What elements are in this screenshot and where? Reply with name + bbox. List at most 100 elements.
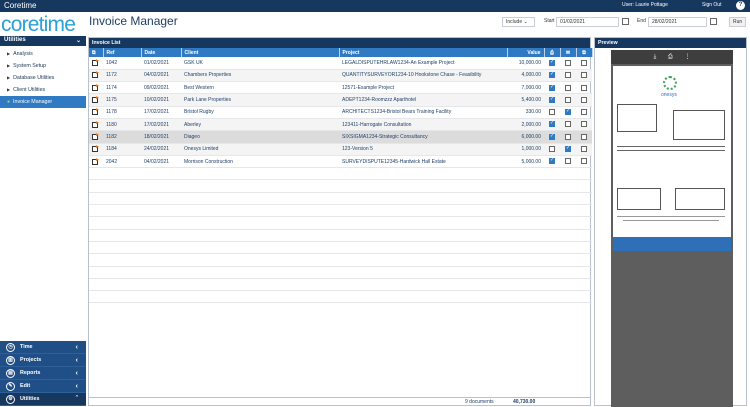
email-checkbox-cell[interactable]: [560, 155, 576, 169]
copy-checkbox-cell[interactable]: [576, 130, 592, 144]
menu-projects[interactable]: ▥ Projects ‹: [0, 354, 86, 367]
print-icon[interactable]: ⎙: [544, 48, 561, 57]
checkbox[interactable]: [581, 84, 587, 91]
table-row[interactable]: 117817/02/2021Bristol RugbyARCHITECTS123…: [89, 106, 592, 119]
checkbox[interactable]: [549, 120, 555, 128]
copy-icon[interactable]: ⧉: [89, 48, 104, 57]
email-checkbox-cell[interactable]: [560, 130, 576, 144]
checkbox[interactable]: [549, 84, 555, 91]
print-checkbox-cell[interactable]: [544, 118, 560, 132]
copy-checkbox-cell[interactable]: [576, 69, 592, 83]
open-icon[interactable]: [89, 155, 103, 169]
checkbox[interactable]: [565, 96, 571, 103]
table-row[interactable]: 118218/02/2021DiageoSIXSIGMA1234-Strateg…: [89, 130, 592, 144]
checkbox[interactable]: [565, 59, 571, 66]
table-row[interactable]: 117409/02/2021Best Western12571-Example …: [89, 81, 592, 95]
email-checkbox-cell[interactable]: [560, 81, 576, 95]
download-icon[interactable]: ⤓: [654, 54, 657, 60]
sidebar-item-analysis[interactable]: ▶ Analysis: [0, 48, 86, 60]
email-checkbox-cell[interactable]: [560, 106, 576, 119]
checkbox[interactable]: [581, 96, 587, 103]
checkbox[interactable]: [549, 96, 555, 103]
table-row[interactable]: 117510/02/2021Park Lane PropertiesADEPT1…: [89, 93, 592, 107]
checkbox[interactable]: [549, 133, 555, 140]
email-icon[interactable]: ✉: [560, 48, 577, 57]
menu-reports[interactable]: ▤ Reports ‹: [0, 367, 86, 380]
print-checkbox-cell[interactable]: [544, 155, 560, 169]
print-checkbox-cell[interactable]: [544, 69, 560, 83]
print-checkbox-cell[interactable]: [544, 93, 560, 107]
checkbox[interactable]: [581, 158, 587, 165]
print-checkbox-cell[interactable]: [544, 143, 560, 156]
table-row[interactable]: 117204/02/2021Chambers PropertiesQUANTIT…: [89, 69, 592, 83]
col-value[interactable]: Value: [507, 48, 545, 57]
checkbox[interactable]: [581, 146, 587, 153]
print-icon[interactable]: ⎙: [668, 54, 673, 60]
menu-edit[interactable]: ✎ Edit ‹: [0, 380, 86, 393]
print-checkbox-cell[interactable]: [544, 57, 560, 70]
open-icon[interactable]: [89, 130, 103, 144]
copy-checkbox-cell[interactable]: [576, 106, 592, 119]
open-icon[interactable]: [89, 143, 103, 156]
sign-out-link[interactable]: Sign Out: [702, 2, 721, 8]
print-checkbox-cell[interactable]: [544, 81, 560, 95]
checkbox[interactable]: [581, 59, 587, 66]
checkbox[interactable]: [565, 121, 571, 128]
table-row[interactable]: 118017/02/2021Aberley123411-Harrogate Co…: [89, 118, 592, 132]
email-checkbox-cell[interactable]: [560, 143, 576, 156]
calendar-icon[interactable]: [710, 18, 717, 25]
checkbox[interactable]: [581, 121, 587, 128]
copy-checkbox-cell[interactable]: [576, 118, 592, 132]
table-row[interactable]: 104201/02/2021GSK UKLEGALDISPUTEHRLAW123…: [89, 57, 592, 70]
checkbox[interactable]: [565, 145, 571, 153]
sidebar-item-system-setup[interactable]: ▶ System Setup: [0, 60, 86, 72]
table-row[interactable]: 204204/02/2021Morrison ConstructionSURVE…: [89, 155, 592, 169]
checkbox[interactable]: [565, 84, 571, 91]
open-icon[interactable]: [89, 106, 103, 119]
sidebar-item-client-utilities[interactable]: ▶ Client Utilities: [0, 84, 86, 96]
include-dropdown[interactable]: Include ⌄: [502, 17, 535, 27]
menu-utilities[interactable]: ⚙ Utilities ˆ: [0, 393, 86, 406]
checkbox[interactable]: [581, 109, 587, 116]
col-project[interactable]: Project: [339, 48, 508, 57]
checkbox[interactable]: [565, 108, 571, 116]
checkbox[interactable]: [549, 71, 555, 79]
checkbox[interactable]: [549, 157, 555, 165]
col-ref[interactable]: Ref: [103, 48, 142, 57]
checkbox[interactable]: [549, 109, 555, 116]
sidebar-item-invoice-manager[interactable]: ● Invoice Manager: [0, 96, 86, 108]
print-checkbox-cell[interactable]: [544, 106, 560, 119]
checkbox[interactable]: [565, 158, 571, 165]
sidebar-item-database-utilities[interactable]: ▶ Database Utilities: [0, 72, 86, 84]
help-icon[interactable]: ?: [736, 1, 745, 10]
copy-checkbox-cell[interactable]: [576, 93, 592, 107]
checkbox[interactable]: [565, 72, 571, 79]
open-icon[interactable]: [89, 69, 103, 83]
copy-checkbox-cell[interactable]: [576, 57, 592, 70]
copy-icon[interactable]: ⧉: [576, 48, 593, 57]
copy-checkbox-cell[interactable]: [576, 155, 592, 169]
end-date-input[interactable]: 28/02/2021: [648, 17, 707, 27]
checkbox[interactable]: [549, 146, 555, 153]
copy-checkbox-cell[interactable]: [576, 143, 592, 156]
table-row[interactable]: 118424/02/2021Onesys Limited123-Version …: [89, 143, 592, 156]
email-checkbox-cell[interactable]: [560, 118, 576, 132]
run-button[interactable]: Run: [729, 17, 746, 27]
checkbox[interactable]: [549, 59, 555, 66]
open-icon[interactable]: [89, 93, 103, 107]
email-checkbox-cell[interactable]: [560, 57, 576, 70]
menu-time[interactable]: ◷ Time ‹: [0, 341, 86, 354]
open-icon[interactable]: [89, 57, 103, 70]
checkbox[interactable]: [581, 133, 587, 140]
col-date[interactable]: Date: [141, 48, 182, 57]
email-checkbox-cell[interactable]: [560, 93, 576, 107]
copy-checkbox-cell[interactable]: [576, 81, 592, 95]
calendar-icon[interactable]: [622, 18, 629, 25]
print-checkbox-cell[interactable]: [544, 130, 560, 144]
checkbox[interactable]: [581, 72, 587, 79]
open-icon[interactable]: [89, 81, 103, 95]
start-date-input[interactable]: 01/02/2021: [556, 17, 619, 27]
col-client[interactable]: Client: [181, 48, 340, 57]
pdf-viewer[interactable]: ⤓ ⎙ ⋮ onesys: [611, 50, 733, 407]
more-icon[interactable]: ⋮: [684, 54, 690, 60]
